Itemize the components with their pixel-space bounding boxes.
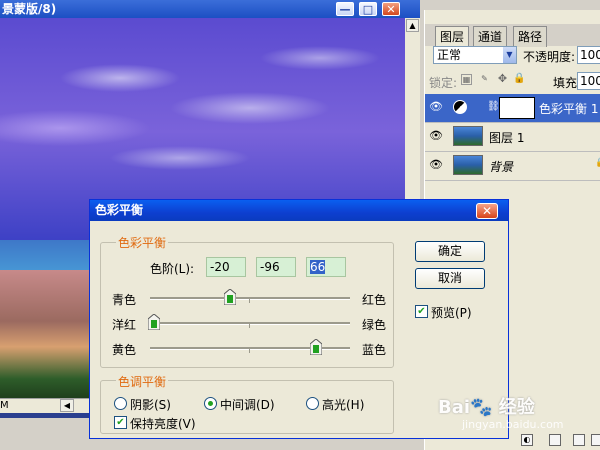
document-title: 景蒙版/8) <box>2 2 57 16</box>
levels-label: 色阶(L): <box>150 262 195 276</box>
minimize-button[interactable]: — <box>336 2 354 16</box>
level-input-yellow-blue[interactable]: 66 <box>306 257 346 277</box>
layer-row-color-balance[interactable]: 👁 ⛓ 色彩平衡 1 <box>425 94 600 123</box>
layer-mask-thumbnail[interactable] <box>499 97 535 119</box>
document-titlebar[interactable]: 景蒙版/8) <box>0 0 420 18</box>
dialog-close-button[interactable]: ✕ <box>476 203 498 219</box>
tab-channels[interactable]: 通道 <box>473 26 508 47</box>
slider-thumb[interactable] <box>310 339 322 355</box>
tab-layers[interactable]: 图层 <box>435 26 470 47</box>
opacity-input[interactable]: 100 <box>577 46 600 64</box>
brush-icon[interactable]: ✎ <box>479 74 490 85</box>
ok-button[interactable]: 确定 <box>415 241 485 262</box>
slider-right-label: 绿色 <box>362 318 387 332</box>
layer-row-background[interactable]: 👁 背景 🔒 <box>425 152 600 181</box>
eye-icon[interactable]: 👁 <box>429 158 443 172</box>
shadows-label[interactable]: 阴影(S) <box>130 396 171 413</box>
cyan-red-slider[interactable] <box>150 289 350 305</box>
layer-name: 色彩平衡 1 <box>539 102 599 116</box>
lock-label: 锁定: <box>429 76 458 90</box>
dialog-title: 色彩平衡 <box>95 203 144 217</box>
slider-left-label: 黄色 <box>112 343 137 357</box>
dialog-titlebar[interactable]: 色彩平衡 <box>90 200 508 221</box>
slider-left-label: 青色 <box>112 293 137 307</box>
trash-icon[interactable] <box>591 434 600 446</box>
level-input-cyan-red[interactable]: -20 <box>206 257 246 277</box>
fill-input[interactable]: 100 <box>577 72 600 90</box>
slider-center-tick <box>249 299 250 303</box>
slider-center-tick <box>249 324 250 328</box>
color-balance-group-title: 色彩平衡 <box>116 234 169 251</box>
close-button[interactable]: ✕ <box>382 2 400 16</box>
layer-thumbnail <box>453 126 483 146</box>
layer-thumbnail <box>453 155 483 175</box>
tone-balance-group-title: 色调平衡 <box>116 373 169 390</box>
eye-icon[interactable]: 👁 <box>429 100 443 114</box>
watermark-url: jingyan.baidu.com <box>462 418 564 431</box>
watermark-logo: Bai🐾 经验 <box>438 397 535 418</box>
eye-icon[interactable]: 👁 <box>429 129 443 143</box>
tab-paths[interactable]: 路径 <box>513 26 548 47</box>
scroll-up-icon[interactable]: ▲ <box>406 19 419 32</box>
slider-thumb[interactable] <box>148 314 160 330</box>
cancel-button[interactable]: 取消 <box>415 268 485 289</box>
lock-icon[interactable]: 🔒 <box>513 74 525 85</box>
move-icon[interactable]: ✥ <box>497 73 508 85</box>
maximize-button[interactable]: □ <box>359 2 377 16</box>
magenta-green-slider[interactable] <box>148 314 350 330</box>
adjustment-layer-icon <box>453 100 467 114</box>
new-layer-icon[interactable] <box>573 434 585 446</box>
opacity-label: 不透明度: <box>523 50 576 64</box>
slider-right-label: 红色 <box>362 293 387 307</box>
level-input-magenta-green[interactable]: -96 <box>256 257 296 277</box>
layer-name: 背景 <box>489 160 514 174</box>
midtones-label[interactable]: 中间调(D) <box>220 396 275 413</box>
preview-checkbox[interactable]: ✔ <box>415 305 428 318</box>
yellow-blue-slider[interactable] <box>150 339 350 355</box>
slider-center-tick <box>249 349 250 353</box>
preserve-luminosity-label[interactable]: 保持亮度(V) <box>130 415 196 432</box>
scroll-left-icon[interactable]: ◀ <box>60 399 74 412</box>
zoom-readout: M <box>0 400 9 411</box>
level-input-value: 66 <box>310 260 326 274</box>
chevron-down-icon[interactable]: ▼ <box>503 47 516 63</box>
new-adjustment-icon[interactable]: ◐ <box>521 434 533 446</box>
preserve-luminosity-checkbox[interactable]: ✔ <box>114 416 127 429</box>
lock-icon: 🔒 <box>595 158 600 168</box>
preview-label[interactable]: 预览(P) <box>431 304 472 321</box>
slider-right-label: 蓝色 <box>362 343 387 357</box>
shadows-radio[interactable] <box>114 397 127 410</box>
canvas-land <box>0 270 100 398</box>
slider-left-label: 洋红 <box>112 318 137 332</box>
lock-transparency-icon[interactable]: ▦ <box>461 74 472 85</box>
layer-row-layer1[interactable]: 👁 图层 1 <box>425 123 600 152</box>
highlights-label[interactable]: 高光(H) <box>322 396 364 413</box>
folder-icon[interactable] <box>549 434 561 446</box>
midtones-radio[interactable] <box>204 397 217 410</box>
link-icon[interactable]: ⛓ <box>487 100 500 114</box>
layer-name: 图层 1 <box>489 131 525 145</box>
highlights-radio[interactable] <box>306 397 319 410</box>
slider-thumb[interactable] <box>224 289 236 305</box>
